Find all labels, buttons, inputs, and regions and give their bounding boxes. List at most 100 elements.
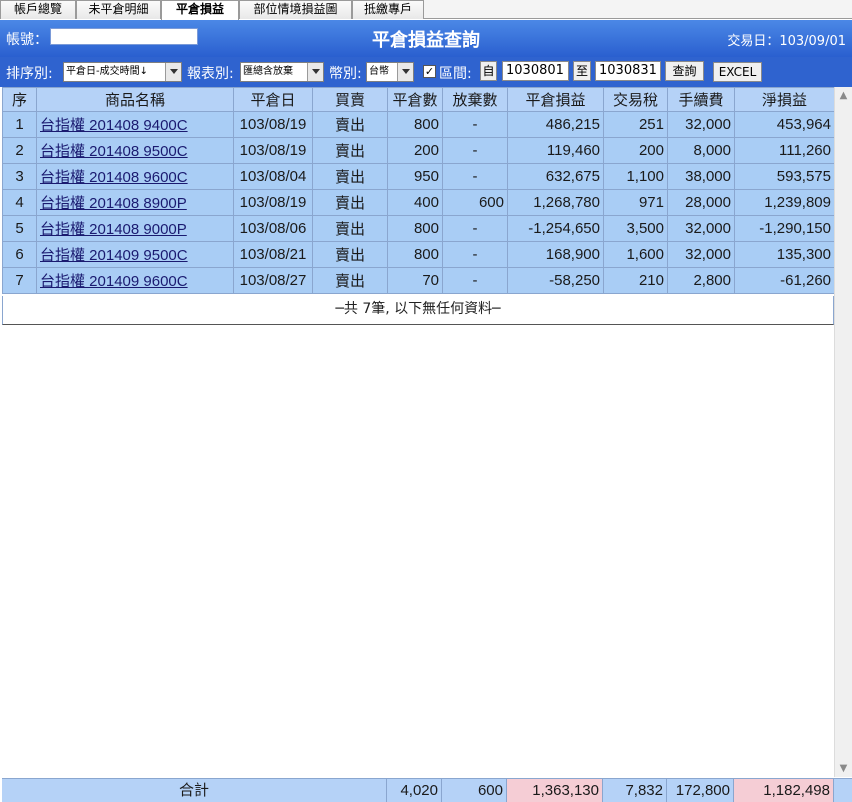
fee: 28,000: [667, 189, 735, 216]
close-date: 103/08/21: [233, 241, 313, 268]
sort-select[interactable]: 平倉日-成交時間↓: [63, 62, 182, 82]
side: 賣出: [312, 189, 388, 216]
table-row: 3 台指權 201408 9600C 103/08/04 賣出 950 - 63…: [2, 163, 835, 190]
side: 賣出: [312, 137, 388, 164]
net-pl: 593,575: [734, 163, 835, 190]
close-pl: 486,215: [507, 111, 604, 138]
totals-tax: 7,832: [602, 779, 666, 802]
abandon-qty: -: [442, 137, 508, 164]
product-link[interactable]: 台指權 201409 9600C: [40, 273, 188, 290]
fee: 32,000: [667, 241, 735, 268]
close-qty: 800: [387, 111, 443, 138]
product-link[interactable]: 台指權 201408 8900P: [40, 195, 187, 212]
close-pl: 632,675: [507, 163, 604, 190]
close-qty: 950: [387, 163, 443, 190]
column-header[interactable]: 買賣: [312, 87, 388, 112]
tab-closed-pl[interactable]: 平倉損益: [161, 0, 239, 20]
fee: 38,000: [667, 163, 735, 190]
close-qty: 400: [387, 189, 443, 216]
row-index: 4: [2, 189, 37, 216]
product-link[interactable]: 台指權 201409 9500C: [40, 247, 188, 264]
range-checkbox[interactable]: ✓: [423, 65, 436, 78]
net-pl: -61,260: [734, 267, 835, 294]
close-date: 103/08/27: [233, 267, 313, 294]
totals-close-qty: 4,020: [386, 779, 441, 802]
chevron-down-icon: [165, 63, 181, 81]
close-date: 103/08/06: [233, 215, 313, 242]
column-header[interactable]: 交易稅: [603, 87, 668, 112]
product-link[interactable]: 台指權 201408 9500C: [40, 143, 188, 160]
table-row: 4 台指權 201408 8900P 103/08/19 賣出 400 600 …: [2, 189, 835, 216]
product-link[interactable]: 台指權 201408 9400C: [40, 117, 188, 134]
currency-select-value: 台幣: [369, 66, 389, 77]
to-date-input[interactable]: 1030831: [595, 61, 661, 81]
tax: 200: [603, 137, 668, 164]
column-header[interactable]: 平倉損益: [507, 87, 604, 112]
record-count-footnote: ─共 7筆, 以下無任何資料─: [2, 296, 834, 325]
table-row: 5 台指權 201408 9000P 103/08/06 賣出 800 - -1…: [2, 215, 835, 242]
from-date-input[interactable]: 1030801: [502, 61, 569, 81]
range-label: 區間:: [439, 66, 472, 82]
query-button[interactable]: 查詢: [665, 61, 704, 81]
tax: 251: [603, 111, 668, 138]
report-select[interactable]: 匯總含放棄: [240, 62, 324, 82]
abandon-qty: -: [442, 241, 508, 268]
column-header[interactable]: 手續費: [667, 87, 735, 112]
chevron-down-icon: [397, 63, 413, 81]
closed-pl-table: 序 商品名稱 平倉日 買賣 平倉數 放棄數 平倉損益 交易稅 手續費 淨損益 1…: [2, 87, 835, 294]
close-pl: 1,268,780: [507, 189, 604, 216]
filter-bar: 排序別: 平倉日-成交時間↓ 報表別: 匯總含放棄 幣別: 台幣 ✓ 區間: 自…: [0, 57, 852, 87]
row-index: 5: [2, 215, 37, 242]
column-header[interactable]: 平倉日: [233, 87, 313, 112]
abandon-qty: -: [442, 267, 508, 294]
abandon-qty: -: [442, 215, 508, 242]
report-label: 報表別:: [187, 66, 234, 82]
net-pl: 111,260: [734, 137, 835, 164]
column-header[interactable]: 商品名稱: [36, 87, 234, 112]
net-pl: 1,239,809: [734, 189, 835, 216]
side: 賣出: [312, 241, 388, 268]
table-header-row: 序 商品名稱 平倉日 買賣 平倉數 放棄數 平倉損益 交易稅 手續費 淨損益: [2, 87, 835, 112]
vertical-scrollbar[interactable]: ▲ ▼: [834, 87, 852, 777]
product-link[interactable]: 台指權 201408 9000P: [40, 221, 187, 238]
tab-position-scenario[interactable]: 部位情境損益圖: [239, 0, 352, 19]
totals-net-pl: 1,182,498: [733, 779, 833, 802]
close-date: 103/08/19: [233, 189, 313, 216]
fee: 32,000: [667, 111, 735, 138]
from-label: 自: [480, 61, 497, 81]
close-date: 103/08/19: [233, 137, 313, 164]
tax: 1,100: [603, 163, 668, 190]
column-header[interactable]: 淨損益: [734, 87, 835, 112]
totals-close-pl: 1,363,130: [506, 779, 602, 802]
fee: 32,000: [667, 215, 735, 242]
tax: 1,600: [603, 241, 668, 268]
column-header[interactable]: 放棄數: [442, 87, 508, 112]
scroll-up-icon[interactable]: ▲: [835, 87, 852, 104]
column-header[interactable]: 平倉數: [387, 87, 443, 112]
row-index: 6: [2, 241, 37, 268]
abandon-qty: -: [442, 163, 508, 190]
sort-label: 排序別:: [6, 66, 53, 82]
side: 賣出: [312, 111, 388, 138]
tab-bar: 帳戶總覽 未平倉明細 平倉損益 部位情境損益圖 抵繳專戶: [0, 0, 852, 20]
tab-open-positions[interactable]: 未平倉明細: [76, 0, 161, 19]
column-header[interactable]: 序: [2, 87, 37, 112]
side: 賣出: [312, 215, 388, 242]
close-qty: 200: [387, 137, 443, 164]
tab-account-overview[interactable]: 帳戶總覽: [0, 0, 76, 19]
net-pl: 135,300: [734, 241, 835, 268]
excel-button[interactable]: EXCEL: [713, 62, 762, 82]
product-link[interactable]: 台指權 201408 9600C: [40, 169, 188, 186]
to-label: 至: [573, 61, 591, 81]
row-index: 7: [2, 267, 37, 294]
sort-select-value: 平倉日-成交時間↓: [66, 66, 148, 77]
side: 賣出: [312, 163, 388, 190]
close-pl: -58,250: [507, 267, 604, 294]
scroll-down-icon[interactable]: ▼: [835, 760, 852, 777]
row-index: 3: [2, 163, 37, 190]
tab-collateral-account[interactable]: 抵繳專戶: [352, 0, 424, 19]
trade-date: 交易日：103/09/01: [727, 34, 846, 49]
table-row: 6 台指權 201409 9500C 103/08/21 賣出 800 - 16…: [2, 241, 835, 268]
currency-select[interactable]: 台幣: [366, 62, 414, 82]
tax: 971: [603, 189, 668, 216]
